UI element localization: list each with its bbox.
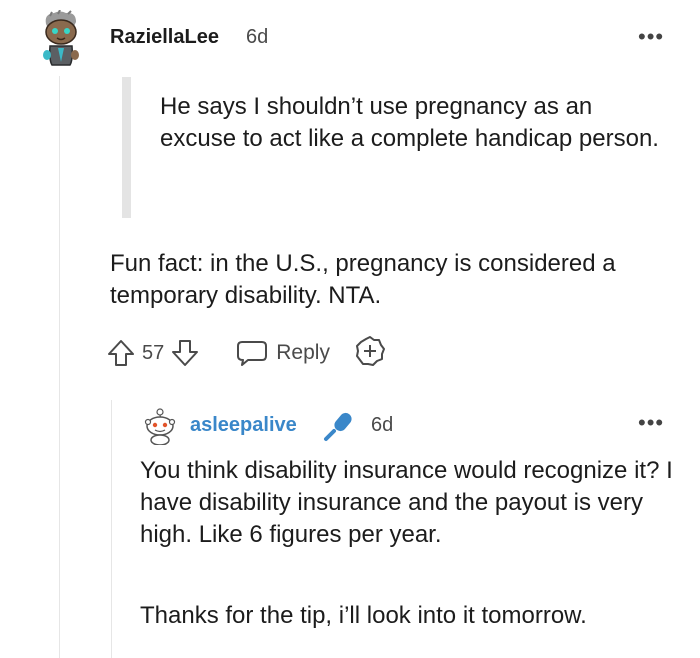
award-button[interactable]: [354, 335, 386, 372]
speech-bubble-icon: [237, 341, 268, 366]
more-options-icon[interactable]: •••: [638, 410, 664, 436]
more-options-icon[interactable]: •••: [638, 24, 664, 50]
comment-actions: 57 Reply: [106, 335, 386, 372]
upvote-arrow-icon: [108, 340, 134, 366]
reply-body-paragraph: You think disability insurance would rec…: [140, 457, 673, 548]
comment-author[interactable]: RaziellaLee: [110, 26, 219, 49]
thread-line[interactable]: [59, 76, 60, 658]
reply-author[interactable]: asleepalive: [190, 414, 297, 437]
reply-label: Reply: [276, 341, 330, 364]
reply-button[interactable]: Reply: [236, 338, 330, 368]
reply-avatar[interactable]: [144, 407, 176, 446]
award-plus-icon: [355, 335, 385, 366]
microphone-badge-icon: [322, 409, 356, 443]
avatar-snoo-icon: [144, 408, 176, 446]
avatar-snoo-icon: [43, 9, 79, 66]
comment-timestamp[interactable]: 6d: [246, 26, 268, 49]
comment-quote: He says I shouldn’t use pregnancy as an …: [160, 93, 659, 152]
quote-bar: [122, 77, 131, 218]
upvote-button[interactable]: [106, 338, 136, 368]
avatar[interactable]: [38, 9, 84, 68]
downvote-button[interactable]: [170, 338, 200, 368]
reply-thread-line[interactable]: [111, 400, 112, 658]
reply-timestamp[interactable]: 6d: [371, 414, 393, 437]
downvote-arrow-icon: [172, 340, 199, 366]
reply-body-paragraph: Thanks for the tip, i’ll look into it to…: [140, 602, 587, 629]
vote-count: 57: [142, 341, 165, 364]
comment-body: Fun fact: in the U.S., pregnancy is cons…: [110, 250, 616, 309]
